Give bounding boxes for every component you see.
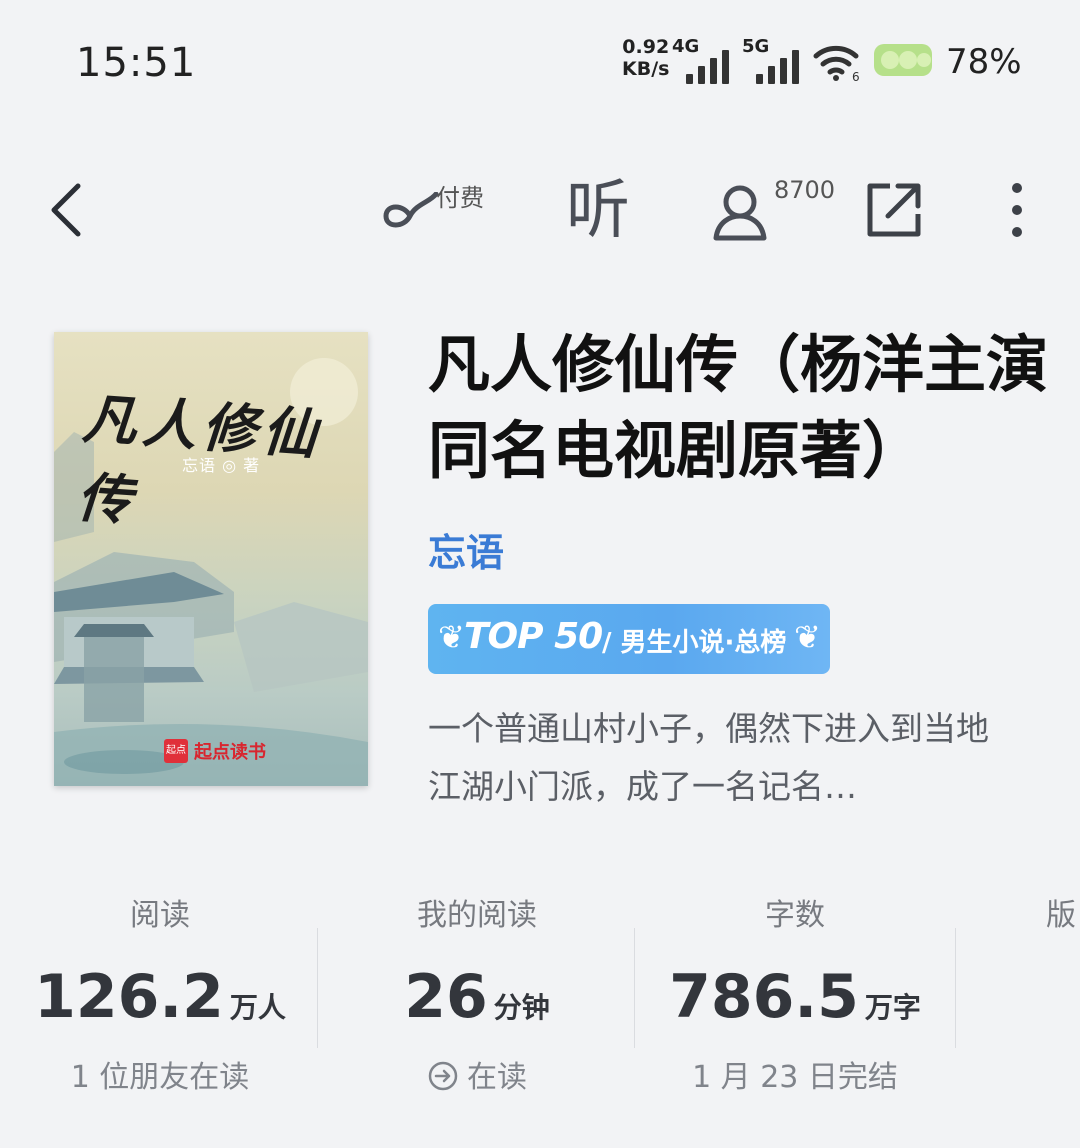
chevron-left-icon (51, 183, 81, 237)
net-speed-unit: KB/s (622, 58, 670, 80)
laurel-left-icon: ❦ (438, 618, 465, 656)
stat-unit: 万字 (864, 991, 921, 1024)
listen-button[interactable]: 听 (566, 176, 638, 248)
stat-sub-text: 在读 (467, 1060, 527, 1095)
divider (317, 928, 318, 1048)
cover-author: 忘语 ◎ 著 (182, 456, 261, 475)
audio-paid-button[interactable]: 付费 (380, 178, 490, 248)
stat-sub: 1 月 23 日完结 (692, 1060, 898, 1095)
arrow-circle-icon (428, 1061, 458, 1091)
share-icon (867, 183, 921, 237)
net-speed: 0.92 KB/s (622, 36, 669, 80)
stats-row: 阅读 126.2 万人 1 位朋友在读 我的阅读 26 分钟 在读 字数 786.5… (0, 880, 1080, 1100)
share-button[interactable] (864, 180, 924, 240)
wifi-icon: 6 (813, 45, 860, 82)
divider (634, 928, 635, 1048)
battery-icon (874, 44, 932, 76)
fans-count: 8700 (774, 176, 836, 204)
laurel-right-icon: ❦ (794, 618, 821, 656)
cover-publisher-name: 起点读书 (194, 742, 266, 763)
rank-badge[interactable]: ❦ TOP 50 / 男生小说·总榜 ❦ (428, 604, 830, 674)
stat-value: 26 (404, 962, 488, 1032)
rank-category: / 男生小说·总榜 (602, 628, 787, 658)
more-vertical-icon (1012, 183, 1022, 237)
cover-publisher: 起点 起点读书 (164, 738, 266, 764)
status-bar: 15:51 0.92 KB/s 4G 5G 6 78% (76, 36, 1022, 86)
stat-label: 版 (1046, 898, 1076, 933)
stat-unit: 分钟 (493, 991, 550, 1024)
audio-paid-badge: 付费 (436, 184, 484, 212)
stat-value: 126.2 (34, 962, 224, 1032)
stat-sub: 1 位朋友在读 (70, 1060, 250, 1095)
stat-value: 786.5 (669, 962, 859, 1032)
fans-button[interactable]: 8700 (710, 176, 840, 248)
book-summary[interactable]: 一个普通山村小子，偶然下进入到当地江湖小门派，成了一名记名… (428, 700, 1018, 816)
stat-label: 我的阅读 (417, 898, 537, 933)
toolbar: 付费 听 8700 (0, 150, 1080, 270)
stat-word-count[interactable]: 字数 786.5 万字 1 月 23 日完结 (664, 880, 926, 1095)
divider (955, 928, 956, 1048)
svg-text:6: 6 (852, 70, 860, 82)
more-button[interactable] (1000, 180, 1034, 240)
back-button[interactable] (40, 180, 100, 240)
audio-wave-icon (383, 192, 439, 228)
author-link[interactable]: 忘语 (428, 522, 504, 577)
stat-unit: 万人 (229, 991, 286, 1024)
stat-edition[interactable]: 版 (1046, 880, 1080, 1080)
stat-sub: 在读 (346, 1052, 608, 1096)
listen-label: 听 (566, 174, 630, 248)
battery-percent: 78% (946, 42, 1022, 82)
net-speed-value: 0.92 (622, 36, 670, 58)
qidian-logo: 起点 (164, 739, 188, 763)
stat-label: 阅读 (130, 898, 190, 933)
book-title: 凡人修仙传（杨洋主演同名电视剧原著） (428, 328, 1049, 487)
book-cover[interactable]: 凡人修仙传 忘语 ◎ 著 起点 起点读书 (54, 332, 368, 786)
stat-label: 字数 (765, 898, 825, 933)
user-icon (713, 185, 767, 241)
stat-readers[interactable]: 阅读 126.2 万人 1 位朋友在读 (30, 880, 290, 1095)
stat-my-reading[interactable]: 我的阅读 26 分钟 在读 (346, 880, 608, 1095)
rank-top-label: TOP 50 (464, 616, 603, 657)
status-time: 15:51 (76, 40, 197, 86)
